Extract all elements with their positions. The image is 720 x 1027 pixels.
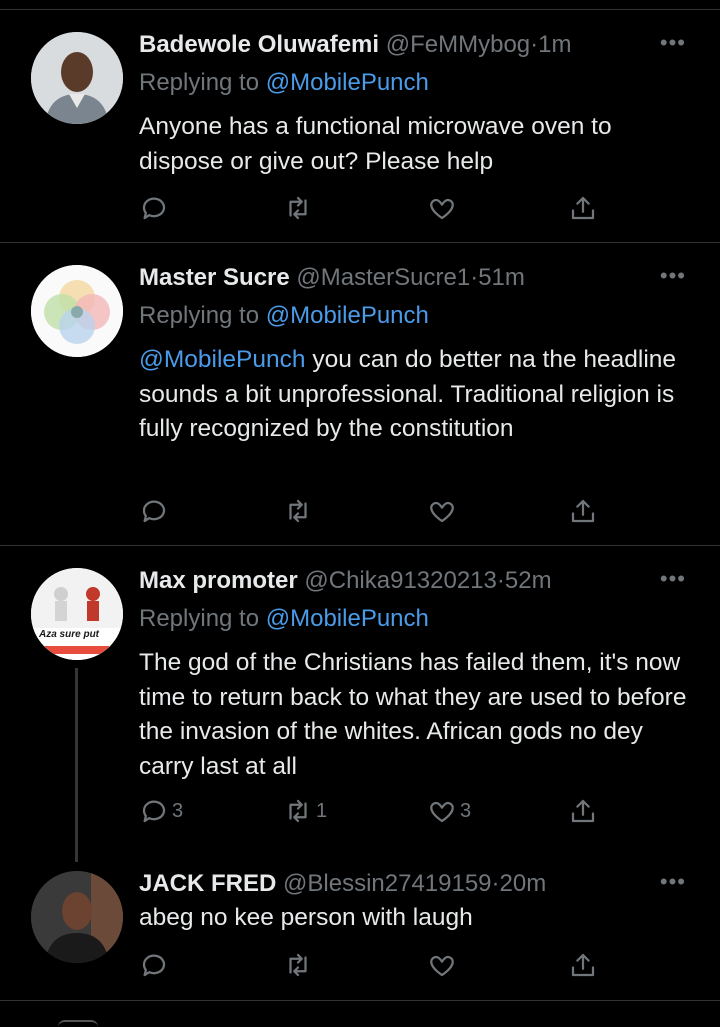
tweet[interactable]: Master Sucre @MasterSucre1·51m ••• Reply… (0, 261, 720, 545)
retweet-icon (289, 953, 307, 977)
retweet-icon (289, 799, 307, 823)
like-icon (430, 501, 454, 523)
like-icon (430, 955, 454, 977)
retweet-icon (289, 499, 307, 523)
reply-button[interactable] (139, 948, 172, 982)
display-name[interactable]: Max promoter (139, 567, 298, 594)
like-button[interactable]: 3 (427, 794, 471, 828)
more-icon[interactable]: ••• (660, 867, 686, 897)
ikigai-diagram-image (31, 265, 123, 357)
timestamp[interactable]: 51m (478, 264, 525, 291)
tweet[interactable]: JACK FRED @Blessin27419159·20m ••• abeg … (0, 867, 720, 999)
like-icon (430, 801, 454, 823)
dot-separator: · (491, 870, 500, 897)
dot-separator: · (530, 31, 539, 58)
action-bar: 3 1 3 (0, 794, 720, 828)
reply-mention-link[interactable]: @MobilePunch (266, 605, 429, 632)
avatar[interactable] (31, 32, 123, 124)
share-button[interactable] (568, 494, 598, 528)
replying-to-label: Replying to (139, 302, 266, 329)
replying-to: Replying to @MobilePunch (139, 299, 429, 333)
tweet-divider (0, 242, 720, 243)
display-name[interactable]: Master Sucre (139, 264, 290, 291)
like-button[interactable] (427, 948, 460, 982)
share-icon (571, 196, 595, 220)
avatar[interactable] (31, 265, 123, 357)
tweet-divider (0, 1000, 720, 1001)
tweet-header: Badewole Oluwafemi @FeMMybog·1m (139, 28, 571, 62)
timestamp[interactable]: 1m (538, 31, 571, 58)
tweet-divider (0, 545, 720, 546)
avatar-image (31, 568, 123, 660)
text-mention-link[interactable]: @MobilePunch (139, 346, 306, 373)
tweet-text: The god of the Christians has failed the… (139, 649, 687, 780)
tweet-header: JACK FRED @Blessin27419159·20m (139, 867, 546, 901)
retweet-button[interactable]: 1 (283, 794, 327, 828)
replying-to-label: Replying to (139, 605, 266, 632)
share-icon (571, 953, 595, 977)
reply-button[interactable] (139, 191, 172, 225)
reply-mention-link[interactable]: @MobilePunch (266, 302, 429, 329)
tweet-text: Anyone has a functional microwave oven t… (139, 113, 612, 175)
avatar-image (31, 32, 123, 124)
like-button[interactable] (427, 191, 460, 225)
share-icon (571, 499, 595, 523)
dot-separator: · (496, 567, 505, 594)
retweet-button[interactable] (283, 191, 316, 225)
tweet[interactable]: Badewole Oluwafemi @FeMMybog·1m ••• Repl… (0, 28, 720, 242)
action-bar (0, 494, 720, 528)
reply-icon (142, 500, 166, 523)
action-bar (0, 191, 720, 225)
dot-separator: · (470, 264, 479, 291)
more-icon[interactable]: ••• (660, 564, 686, 594)
user-handle[interactable]: @MasterSucre1 (296, 264, 470, 291)
reply-button[interactable] (139, 494, 172, 528)
reply-icon (142, 197, 166, 220)
tweet-header: Master Sucre @MasterSucre1·51m (139, 261, 525, 295)
like-button[interactable] (427, 494, 460, 528)
action-bar (0, 948, 720, 982)
replying-to: Replying to @MobilePunch (139, 602, 429, 636)
top-divider (0, 9, 720, 10)
share-button[interactable] (568, 948, 598, 982)
timestamp[interactable]: 52m (505, 567, 552, 594)
next-tweet-avatar-peek (58, 1020, 98, 1027)
display-name[interactable]: Badewole Oluwafemi (139, 31, 379, 58)
share-button[interactable] (568, 794, 598, 828)
more-icon[interactable]: ••• (660, 28, 686, 58)
replying-to-label: Replying to (139, 69, 266, 96)
retweet-icon (289, 196, 307, 220)
tweet[interactable]: Aza sure put Max promoter @Chika91320213… (0, 564, 720, 854)
avatar[interactable]: Aza sure put (31, 568, 123, 660)
user-handle[interactable]: @Blessin27419159 (283, 870, 492, 897)
like-count: 3 (460, 799, 472, 822)
user-handle[interactable]: @Chika91320213 (304, 567, 497, 594)
retweet-count: 1 (316, 799, 328, 822)
reply-icon (142, 800, 166, 823)
timestamp[interactable]: 20m (500, 870, 547, 897)
retweet-button[interactable] (283, 948, 316, 982)
avatar-caption: Aza sure put (39, 629, 100, 640)
reply-count: 3 (172, 799, 184, 822)
reply-mention-link[interactable]: @MobilePunch (266, 69, 429, 96)
tweet-text: @MobilePunch you can do better na the he… (139, 343, 699, 447)
share-icon (571, 799, 595, 823)
reply-button[interactable]: 3 (139, 794, 183, 828)
user-handle[interactable]: @FeMMybog (386, 31, 530, 58)
share-button[interactable] (568, 191, 598, 225)
retweet-button[interactable] (283, 494, 316, 528)
replying-to: Replying to @MobilePunch (139, 66, 429, 100)
like-icon (430, 198, 454, 220)
tweet-text: abeg no kee person with laugh (139, 904, 473, 931)
display-name[interactable]: JACK FRED (139, 870, 276, 897)
reply-icon (142, 954, 166, 977)
tweet-header: Max promoter @Chika91320213·52m (139, 564, 552, 598)
more-icon[interactable]: ••• (660, 261, 686, 291)
